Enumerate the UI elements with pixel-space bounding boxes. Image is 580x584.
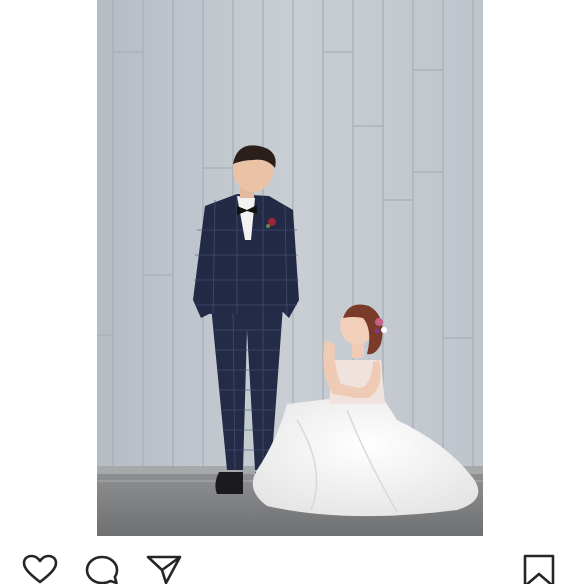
post-action-bar	[0, 548, 580, 584]
wedding-couple-image	[97, 0, 483, 536]
post-photo[interactable]	[97, 0, 483, 536]
